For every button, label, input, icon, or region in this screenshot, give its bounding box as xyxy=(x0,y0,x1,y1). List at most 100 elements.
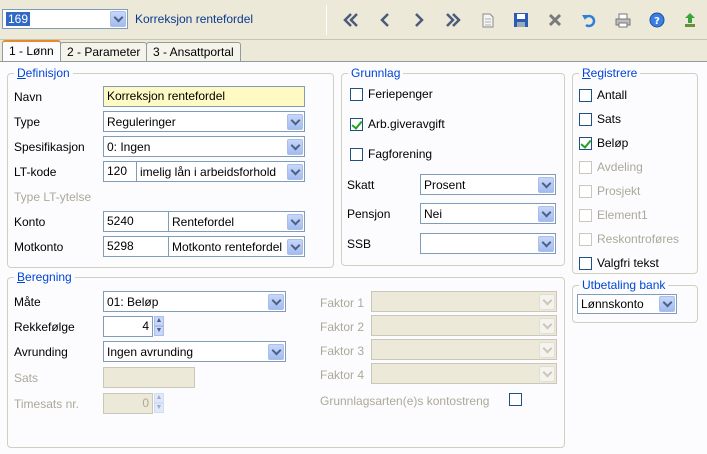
type-lt-ytelse-label: Type LT-ytelse xyxy=(14,190,92,204)
chevron-down-icon xyxy=(539,365,555,382)
checkbox-box[interactable] xyxy=(579,136,592,150)
arbgiver-checkbox[interactable]: Arb.giveravgift xyxy=(350,117,445,131)
print-icon[interactable] xyxy=(610,7,636,33)
checkbox-box[interactable] xyxy=(579,112,592,126)
faktor1-select xyxy=(371,291,557,312)
utbetaling-value: Lønnskonto xyxy=(581,297,644,311)
feriepenger-checkbox[interactable]: Feriepenger xyxy=(350,87,433,101)
konto-select[interactable]: Rentefordel xyxy=(168,211,305,232)
prev-icon[interactable] xyxy=(372,7,398,33)
record-id-value: 169 xyxy=(6,12,31,26)
faktor3-label: Faktor 3 xyxy=(320,344,365,358)
record-id-select[interactable]: 169 xyxy=(2,9,128,29)
tab-parameter[interactable]: 2 - Parameter xyxy=(60,42,148,62)
chevron-down-icon[interactable] xyxy=(268,293,284,310)
type-label: Type xyxy=(14,115,41,129)
ltkode-code-field[interactable]: 120 xyxy=(103,161,137,182)
rekkefolge-field[interactable]: 4 xyxy=(103,316,153,337)
pensjon-value: Nei xyxy=(424,206,443,221)
save-icon[interactable] xyxy=(508,7,534,33)
rekkefolge-spinner[interactable]: ▲ ▼ xyxy=(154,316,164,336)
chevron-down-icon[interactable] xyxy=(287,238,303,255)
tab-ansattportal[interactable]: 3 - Ansattportal xyxy=(146,42,241,62)
first-icon[interactable] xyxy=(338,7,364,33)
registrere-belop-checkbox[interactable]: Beløp xyxy=(579,136,628,150)
grunnlagsart-checkbox[interactable] xyxy=(509,393,522,406)
chevron-down-icon[interactable] xyxy=(287,113,303,130)
chevron-down-icon[interactable] xyxy=(538,176,554,193)
pensjon-label: Pensjon xyxy=(347,207,391,221)
timesats-field: 0 xyxy=(103,393,153,414)
definisjon-legend: Definisjon xyxy=(14,66,73,80)
registrere-valgfri-checkbox[interactable]: Valgfri tekst xyxy=(579,256,659,270)
navn-field[interactable]: Korreksjon rentefordel xyxy=(103,86,305,107)
mate-select[interactable]: 01: Beløp xyxy=(103,291,286,312)
checkbox-box[interactable] xyxy=(579,88,592,102)
checkbox-box[interactable] xyxy=(509,393,522,406)
type-select[interactable]: Reguleringer xyxy=(103,111,305,132)
last-icon[interactable] xyxy=(440,7,466,33)
registrere-sats-checkbox[interactable]: Sats xyxy=(579,112,621,126)
checkbox-box[interactable] xyxy=(350,87,363,101)
utbetaling-select[interactable]: Lønnskonto xyxy=(577,294,677,314)
checkbox-box[interactable] xyxy=(350,147,363,161)
utbetaling-legend: Utbetaling bank xyxy=(579,278,669,292)
tab-lonn[interactable]: 1 - Lønn xyxy=(2,40,61,62)
ssb-select[interactable] xyxy=(420,233,556,254)
fagforening-checkbox[interactable]: Fagforening xyxy=(350,147,432,161)
motkonto-code-field[interactable]: 5298 xyxy=(103,236,169,257)
pensjon-select[interactable]: Nei xyxy=(420,203,556,224)
tab-label: 1 - Lønn xyxy=(9,44,54,58)
skatt-label: Skatt xyxy=(347,178,375,192)
chevron-down-icon xyxy=(539,341,555,358)
konto-code-field[interactable]: 5240 xyxy=(103,211,169,232)
checkbox-box[interactable] xyxy=(579,256,592,270)
prosjekt-label: Prosjekt xyxy=(597,184,641,198)
checkbox-box xyxy=(579,232,592,246)
toolbar-separator xyxy=(326,5,327,35)
checkbox-box xyxy=(579,184,592,198)
chevron-down-icon xyxy=(539,293,555,310)
sats-label: Sats xyxy=(597,112,622,126)
registrere-reskontro-checkbox: Reskontroføres xyxy=(579,232,679,246)
type-value: Reguleringer xyxy=(107,114,176,129)
spesifikasjon-select[interactable]: 0: Ingen xyxy=(103,136,305,157)
chevron-down-icon[interactable] xyxy=(538,205,554,222)
chevron-down-icon[interactable] xyxy=(287,138,303,155)
checkbox-box[interactable] xyxy=(350,117,363,131)
tab-label: 3 - Ansattportal xyxy=(153,45,234,59)
skatt-select[interactable]: Prosent xyxy=(420,174,556,195)
reskontro-label: Reskontroføres xyxy=(597,232,680,246)
chevron-down-icon[interactable] xyxy=(110,11,126,27)
help-icon[interactable]: ? xyxy=(644,7,670,33)
avrunding-label: Avrunding xyxy=(14,345,68,359)
delete-icon[interactable] xyxy=(542,7,568,33)
belop-label: Beløp xyxy=(597,136,629,150)
fagforening-label: Fagforening xyxy=(368,147,433,161)
avrunding-select[interactable]: Ingen avrunding xyxy=(103,341,286,362)
spin-up-icon[interactable]: ▲ xyxy=(154,316,164,326)
next-icon[interactable] xyxy=(406,7,432,33)
registrere-legend: Registrere xyxy=(579,66,641,80)
spin-up-icon: ▲ xyxy=(154,393,164,403)
avdeling-label: Avdeling xyxy=(597,160,643,174)
faktor4-label: Faktor 4 xyxy=(320,368,365,382)
timesats-label: Timesats nr. xyxy=(14,397,79,411)
ssb-label: SSB xyxy=(347,237,372,251)
new-icon[interactable] xyxy=(475,7,501,33)
chevron-down-icon[interactable] xyxy=(287,213,303,230)
chevron-down-icon[interactable] xyxy=(287,163,303,180)
undo-icon[interactable] xyxy=(576,7,602,33)
export-icon[interactable] xyxy=(677,7,703,33)
registrere-antall-checkbox[interactable]: Antall xyxy=(579,88,627,102)
motkonto-select[interactable]: Motkonto rentefordel xyxy=(168,236,305,257)
chevron-down-icon[interactable] xyxy=(659,296,675,312)
chevron-down-icon[interactable] xyxy=(268,343,284,360)
rekkefolge-label: Rekkefølge xyxy=(14,320,75,334)
spin-down-icon[interactable]: ▼ xyxy=(154,326,164,336)
mate-value: 01: Beløp xyxy=(107,294,159,309)
tab-label: 2 - Parameter xyxy=(67,45,141,59)
chevron-down-icon[interactable] xyxy=(538,235,554,252)
ltkode-value: imelig lån i arbeidsforhold xyxy=(140,164,277,179)
ltkode-select[interactable]: imelig lån i arbeidsforhold xyxy=(136,161,305,182)
